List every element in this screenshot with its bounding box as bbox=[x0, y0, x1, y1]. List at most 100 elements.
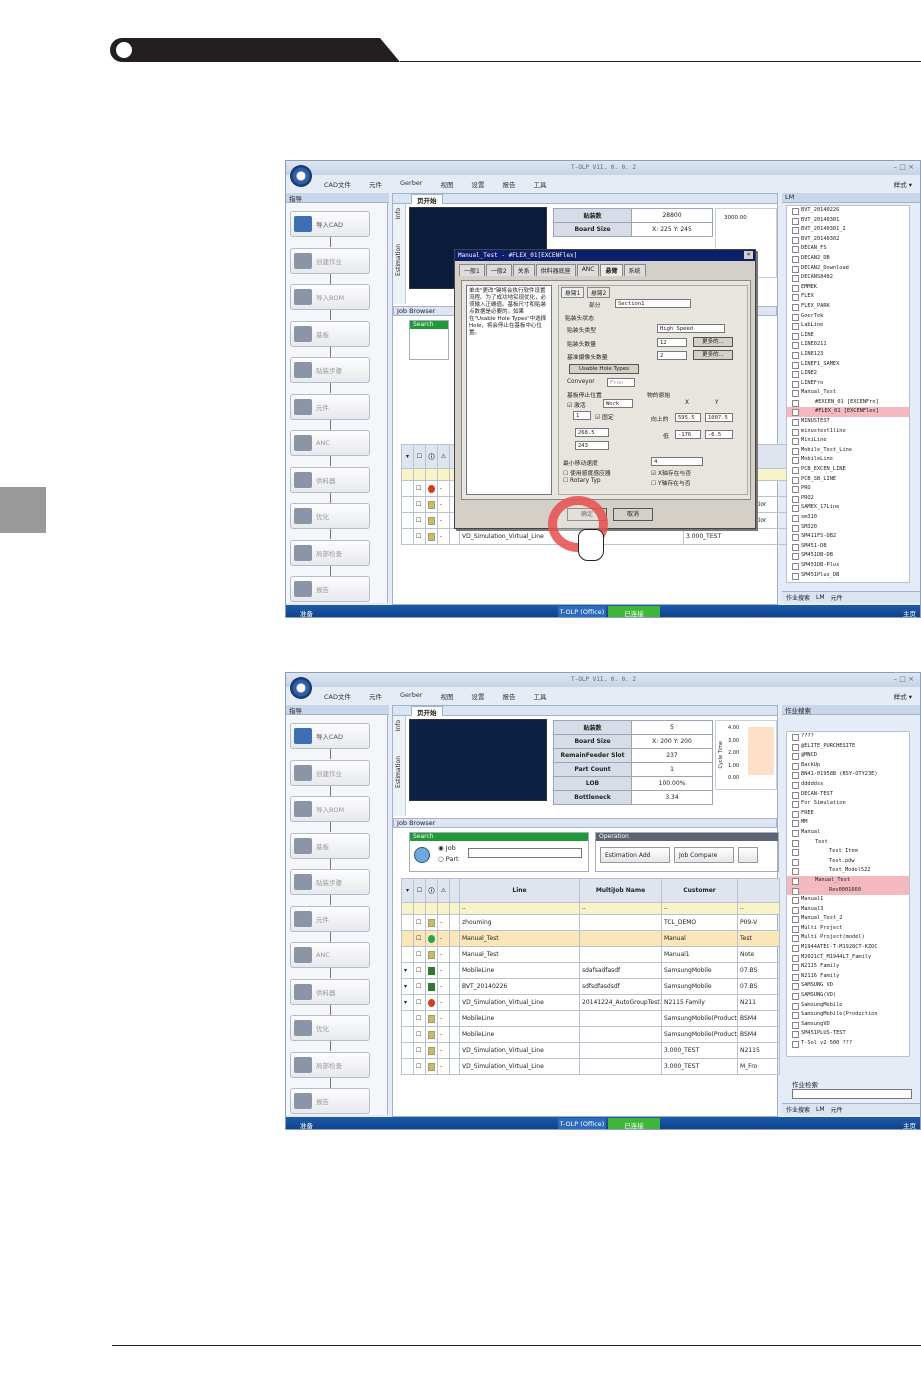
row-expand[interactable] bbox=[401, 528, 414, 545]
low-y-field[interactable]: -6.5 bbox=[705, 430, 733, 439]
nav-step-button[interactable]: ANC bbox=[290, 430, 370, 456]
window-controls[interactable]: – □ × bbox=[894, 163, 914, 171]
filter-cell[interactable] bbox=[437, 468, 450, 481]
table-row[interactable]: ▾ ☐ - MobileLine sdafsadfasdf SamsungMobile 07… bbox=[401, 962, 780, 979]
nav-step-button[interactable]: 优化 bbox=[290, 503, 370, 529]
tree-item[interactable]: minustest1line bbox=[787, 427, 909, 437]
tab-info[interactable]: Info bbox=[395, 720, 402, 731]
tree-item[interactable]: Test Item bbox=[787, 847, 909, 857]
tab-estimation[interactable]: Estimation bbox=[395, 756, 402, 788]
stop-y-field[interactable]: 243 bbox=[575, 441, 609, 450]
tab-lm[interactable]: LM bbox=[816, 1106, 825, 1113]
filter-cell[interactable] bbox=[449, 902, 460, 915]
cell-extra[interactable]: M_Fro bbox=[737, 1058, 780, 1075]
tab-job-search[interactable]: 作业搜索 bbox=[786, 1105, 810, 1114]
tree-item[interactable]: Manual_Test bbox=[787, 875, 909, 886]
cell-multijob[interactable] bbox=[579, 1042, 662, 1059]
nav-step-button[interactable]: 贴装步骤 bbox=[290, 869, 370, 895]
tree-item[interactable]: FREE bbox=[787, 809, 909, 819]
dtab-general1[interactable]: 一般1 bbox=[459, 264, 485, 276]
tree-item[interactable]: Manual1 bbox=[787, 895, 909, 905]
nav-step-button[interactable]: 元件 bbox=[290, 393, 370, 420]
tree-item[interactable]: SM451DB-DB bbox=[787, 551, 909, 561]
tree-item[interactable]: Manual_Test bbox=[787, 388, 909, 398]
tree-item[interactable]: DECAN-TEST bbox=[787, 790, 909, 800]
row-checkbox[interactable]: ☐ bbox=[413, 1042, 426, 1059]
tree-item[interactable]: SamsungVD bbox=[787, 1020, 909, 1030]
table-row[interactable]: ☐ - MobileLine SamsungMobile(Productior BSM4 bbox=[401, 1010, 780, 1027]
tree-item[interactable]: BVT_20140301_2 bbox=[787, 225, 909, 235]
table-row[interactable]: ▾ ☐ - BVT_20140226 sdfsdfasdsdf SamsungMobile… bbox=[401, 978, 780, 995]
tree-item[interactable]: SM411FS-DB2 bbox=[787, 532, 909, 542]
tree-item[interactable]: MiniLine bbox=[787, 436, 909, 446]
tree-item[interactable]: MobileLine bbox=[787, 455, 909, 465]
nav-step-button[interactable]: 供料器 bbox=[290, 466, 370, 493]
menu-cad[interactable]: CAD文件 bbox=[324, 691, 351, 703]
cancel-button[interactable]: 取消 bbox=[613, 508, 653, 521]
cell-extra[interactable]: 07.BS bbox=[737, 962, 780, 979]
row-checkbox[interactable]: ☐ bbox=[413, 994, 426, 1011]
table-row[interactable]: ☐ - Manual_Test Manual Test bbox=[401, 930, 780, 947]
low-x-field[interactable]: -176 bbox=[675, 430, 701, 439]
cell-line[interactable]: Manual_Test bbox=[459, 930, 580, 947]
rotary-checkbox[interactable]: ☐ Rotary Typ bbox=[563, 478, 601, 484]
tree-item[interactable]: Multi Project(model) bbox=[787, 933, 909, 943]
cell-extra[interactable]: N211 bbox=[737, 994, 780, 1011]
filter-cell[interactable] bbox=[425, 902, 438, 915]
radio-job[interactable]: ◉ Job bbox=[438, 844, 456, 852]
column-header[interactable]: Customer bbox=[661, 878, 738, 903]
cell-customer[interactable]: Manual bbox=[661, 930, 738, 947]
row-checkbox[interactable]: ☐ bbox=[413, 528, 426, 545]
cell-extra[interactable]: BSM4 bbox=[737, 1010, 780, 1027]
cell-line[interactable]: VD_Simulation_Virtual_Line bbox=[459, 1042, 580, 1059]
tree-item[interactable]: Rev0001660 bbox=[787, 885, 909, 896]
column-header[interactable]: Line bbox=[459, 878, 580, 903]
tree-item[interactable]: MM bbox=[787, 818, 909, 828]
nav-step-button[interactable]: 导入BOM bbox=[290, 284, 370, 310]
table-row[interactable]: ☐ - zhouming TCL_DEMO P09-V bbox=[401, 914, 780, 931]
nav-step-button[interactable]: 贴装步骤 bbox=[290, 357, 370, 383]
tree-item[interactable]: @ELITE_PURCHESITE bbox=[787, 742, 909, 752]
up-x-field[interactable]: 595.5 bbox=[675, 413, 701, 422]
style-selector[interactable]: 样式 ▾ bbox=[894, 691, 912, 701]
work-select[interactable]: Work bbox=[603, 399, 633, 408]
x-axis-checkbox[interactable]: ☑ X轴存在与否 bbox=[651, 468, 691, 477]
filter-cell[interactable] bbox=[413, 468, 426, 481]
column-header[interactable]: MultiJob Name bbox=[579, 878, 662, 903]
filter-cell[interactable]: -- bbox=[459, 902, 580, 915]
cell-extra[interactable]: P09-V bbox=[737, 914, 780, 931]
tree-item[interactable]: @MNCD bbox=[787, 751, 909, 761]
dtab-relation[interactable]: 关系 bbox=[512, 264, 535, 276]
tree-item[interactable]: BN41-01958B (BSY-OTY23E) bbox=[787, 770, 909, 780]
cell-extra[interactable]: N2115 bbox=[737, 1042, 780, 1059]
nav-step-button[interactable]: 报告 bbox=[290, 576, 370, 602]
nav-step-button[interactable]: 局部检查 bbox=[290, 539, 370, 566]
app-logo-icon[interactable] bbox=[290, 677, 312, 699]
row-checkbox[interactable]: ☐ bbox=[413, 978, 426, 995]
stop-x-field[interactable]: 268.5 bbox=[575, 428, 609, 437]
row-checkbox[interactable]: ☐ bbox=[413, 914, 426, 931]
tab-start-page[interactable]: 页开始 bbox=[411, 706, 443, 717]
column-header-extra[interactable] bbox=[737, 878, 780, 903]
tree-item[interactable]: Test.pdw bbox=[787, 857, 909, 867]
tree-item[interactable]: SAMEX_17Line bbox=[787, 503, 909, 513]
tree-item[interactable]: Mobile_Test_Line bbox=[787, 446, 909, 456]
nav-step-button[interactable]: 导入CAD bbox=[290, 211, 370, 237]
row-checkbox[interactable]: ☐ bbox=[413, 1058, 426, 1075]
table-row[interactable]: ☐ - VD_Simulation_Virtual_Line 3.000_TEST N2… bbox=[401, 1042, 780, 1059]
tree-item[interactable]: LabLine bbox=[787, 321, 909, 331]
cell-line[interactable]: MobileLine bbox=[459, 1010, 580, 1027]
row-checkbox[interactable]: ☐ bbox=[413, 1010, 426, 1027]
row-expand[interactable] bbox=[401, 914, 414, 931]
cell-line[interactable]: BVT_20140226 bbox=[459, 978, 580, 995]
menu-settings[interactable]: 设置 bbox=[472, 179, 485, 191]
cell-multijob[interactable] bbox=[579, 930, 662, 947]
filter-cell[interactable]: -- bbox=[579, 902, 662, 915]
tree-item[interactable]: dddddss bbox=[787, 780, 909, 790]
tab-parts[interactable]: 元件 bbox=[831, 1105, 843, 1114]
tree-item[interactable]: DECAN2_Download bbox=[787, 264, 909, 274]
filter-cell[interactable]: -- bbox=[737, 902, 780, 915]
nav-step-button[interactable]: 报告 bbox=[290, 1088, 370, 1114]
window-controls[interactable]: – □ × bbox=[894, 675, 914, 683]
tree-item[interactable]: SAMSUNG(VD) bbox=[787, 991, 909, 1001]
